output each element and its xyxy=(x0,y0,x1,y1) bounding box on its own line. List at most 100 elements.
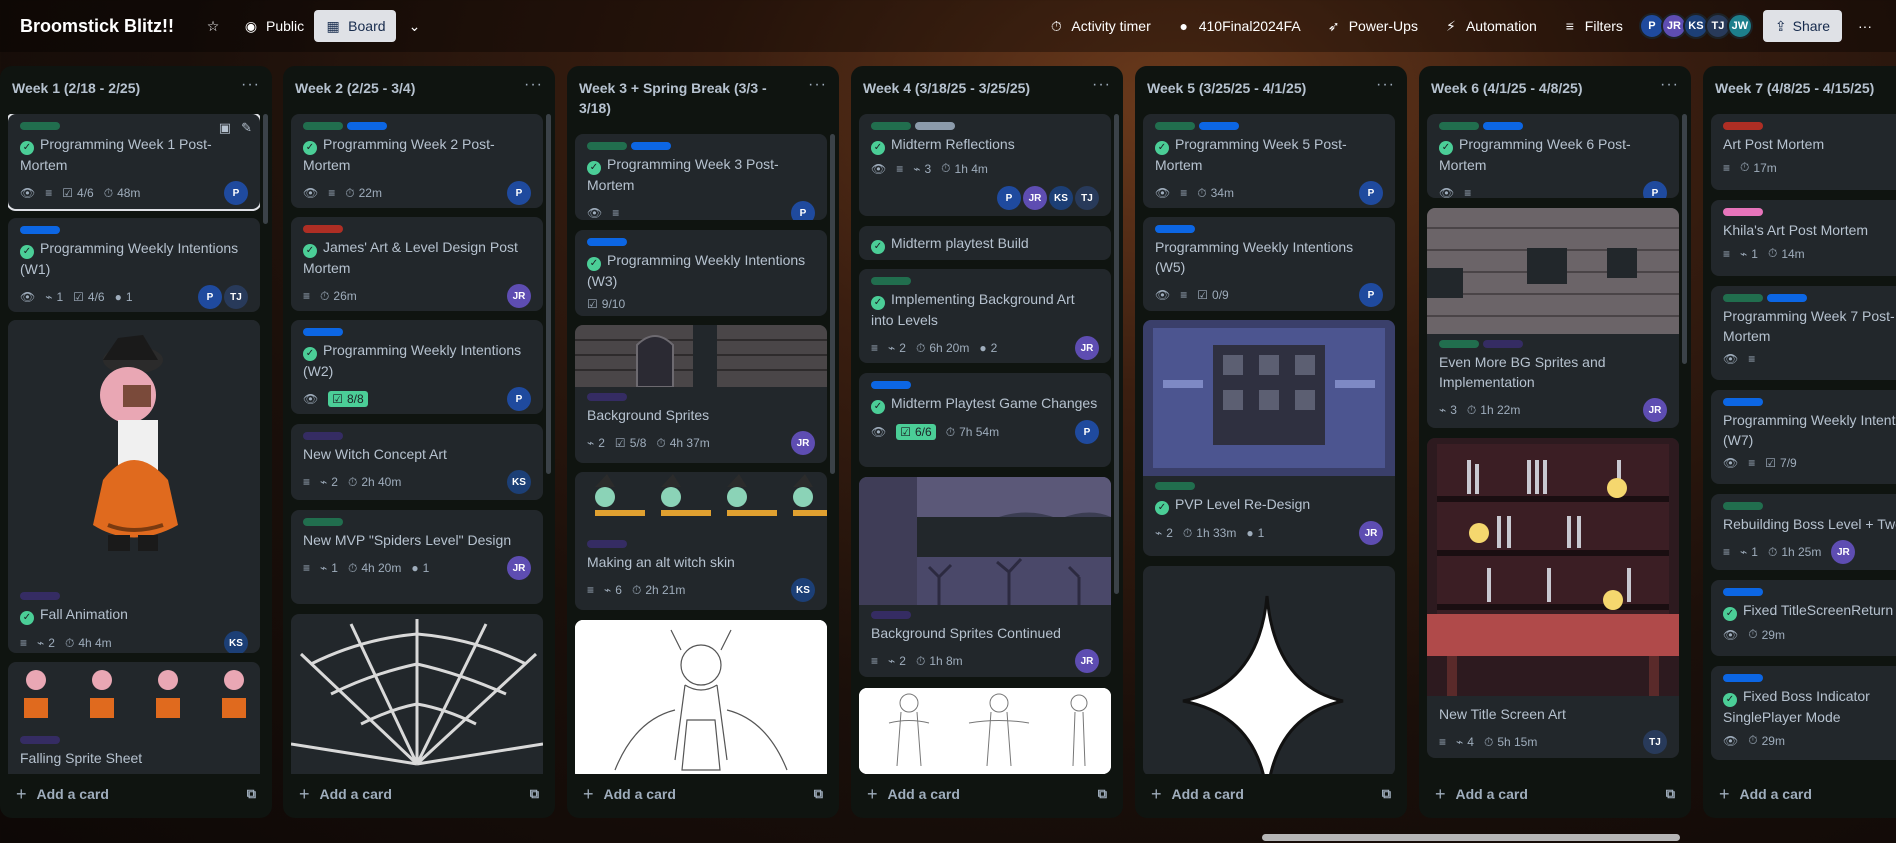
card[interactable]: Falling Sprite Sheet xyxy=(8,662,260,774)
card[interactable]: ✓ Implementing Background Art into Levels… xyxy=(859,269,1111,363)
card[interactable] xyxy=(575,620,827,774)
view-switcher-button[interactable]: ⌄ xyxy=(396,10,434,42)
list-menu-icon[interactable]: ··· xyxy=(241,76,260,94)
avatar[interactable]: P xyxy=(507,181,531,205)
view-board-button[interactable]: ▦ Board xyxy=(314,10,396,42)
avatar[interactable]: JR xyxy=(1831,540,1856,564)
complete-check-icon[interactable]: ✓ xyxy=(1723,607,1737,621)
complete-check-icon[interactable]: ✓ xyxy=(1155,141,1169,155)
power-ups-button[interactable]: ➶ Power-Ups xyxy=(1315,10,1428,42)
avatar[interactable]: KS xyxy=(791,578,815,602)
add-card-button[interactable]: + Add a card ⧉ xyxy=(1143,778,1399,810)
complete-check-icon[interactable]: ✓ xyxy=(587,257,601,271)
card[interactable]: New Title Screen Art ≡ ⌁ 4 ⏱ 5h 15m TJ xyxy=(1427,438,1679,758)
visibility-button[interactable]: ◉ Public xyxy=(232,10,314,42)
add-card-button[interactable]: + Add a card xyxy=(1711,778,1896,810)
card[interactable]: ✓ PVP Level Re-Design ⌁ 2 ⏱ 1h 33m ● 1 JR xyxy=(1143,320,1395,556)
card[interactable]: Programming Week 7 Post-Mortem 👁 ≡ xyxy=(1711,286,1896,380)
add-card-button[interactable]: + Add a card ⧉ xyxy=(1427,778,1683,810)
card[interactable]: ✓ James' Art & Level Design Post Mortem ≡… xyxy=(291,217,543,311)
card[interactable]: Art Post Mortem ≡ ⏱ 17m xyxy=(1711,114,1896,190)
complete-check-icon[interactable]: ✓ xyxy=(303,244,317,258)
star-button[interactable]: ☆ xyxy=(194,10,232,42)
avatar[interactable]: P xyxy=(507,387,531,411)
card[interactable]: New MVP "Spiders Level" Design ≡ ⌁ 1 ⏱ 4… xyxy=(291,510,543,604)
avatar[interactable]: P xyxy=(198,285,222,309)
avatar[interactable]: P xyxy=(1643,181,1667,198)
complete-check-icon[interactable]: ✓ xyxy=(20,245,34,259)
list-title[interactable]: Week 2 (2/25 - 3/4) xyxy=(283,66,555,106)
card[interactable]: Programming Weekly Intentions (W7) 👁 ≡ ☑… xyxy=(1711,390,1896,484)
card[interactable]: ✓ Fixed Boss Indicator SinglePlayer Mode … xyxy=(1711,666,1896,760)
card[interactable]: ✓ Programming Weekly Intentions (W3) ☑ 9/… xyxy=(575,230,827,316)
card[interactable]: ▣ ✎ ✓ Programming Week 1 Post-Mortem 👁 ≡ ☑… xyxy=(8,114,260,211)
card[interactable]: Even More BG Sprites and Implementation … xyxy=(1427,208,1679,428)
add-card-button[interactable]: + Add a card ⧉ xyxy=(859,778,1115,810)
list-menu-icon[interactable]: ··· xyxy=(1660,76,1679,94)
avatar[interactable]: P xyxy=(997,186,1021,210)
card[interactable]: ✓ Programming Weekly Intentions (W1) 👁 ⌁ … xyxy=(8,218,260,312)
avatar[interactable]: P xyxy=(1075,420,1099,444)
template-icon[interactable]: ⧉ xyxy=(1666,786,1675,802)
automation-button[interactable]: ⚡ Automation xyxy=(1432,10,1547,42)
avatar[interactable]: JR xyxy=(1023,186,1047,210)
template-icon[interactable]: ⧉ xyxy=(247,786,256,802)
edit-icon[interactable]: ✎ xyxy=(241,120,252,136)
template-icon[interactable]: ⧉ xyxy=(530,786,539,802)
add-card-button[interactable]: + Add a card ⧉ xyxy=(291,778,547,810)
avatar[interactable]: JR xyxy=(1643,398,1667,422)
card[interactable]: ✓ Programming Week 6 Post-Mortem 👁 ≡ P xyxy=(1427,114,1679,198)
card[interactable]: Making an alt witch skin ≡ ⌁ 6 ⏱ 2h 21m … xyxy=(575,472,827,610)
complete-check-icon[interactable]: ✓ xyxy=(1155,501,1169,515)
avatar[interactable]: P xyxy=(1359,181,1383,205)
list-scrollbar[interactable] xyxy=(263,114,268,224)
avatar[interactable]: JW xyxy=(1726,13,1753,39)
template-icon[interactable]: ⧉ xyxy=(814,786,823,802)
github-repo-button[interactable]: ● 410Final2024FA xyxy=(1165,10,1311,42)
card[interactable]: ✓ Programming Week 5 Post-Mortem 👁 ≡ ⏱ 34… xyxy=(1143,114,1395,208)
share-button[interactable]: ⇪ Share xyxy=(1762,10,1842,42)
card[interactable]: ✓ Fixed TitleScreenReturn 👁 ⏱ 29m xyxy=(1711,580,1896,656)
card[interactable]: ✓ Fall Animation ≡ ⌁ 2 ⏱ 4h 4m KS xyxy=(8,320,260,653)
avatar[interactable]: P xyxy=(791,201,815,220)
card[interactable]: ✓ Midterm Playtest Game Changes 👁 ☑ 6/6 ⏱… xyxy=(859,373,1111,467)
card[interactable]: Khila's Art Post Mortem ≡ ⌁ 1 ⏱ 14m xyxy=(1711,200,1896,276)
card[interactable]: ✓ Programming Weekly Intentions (W2) 👁 ☑ … xyxy=(291,320,543,414)
avatar[interactable]: JR xyxy=(1075,336,1099,360)
card[interactable]: Background Sprites ⌁ 2 ☑ 5/8 ⏱ 4h 37m JR xyxy=(575,325,827,463)
list-menu-icon[interactable]: ··· xyxy=(808,76,827,94)
avatar[interactable]: KS xyxy=(1049,186,1073,210)
card[interactable]: Rebuilding Boss Level + Tweaks ≡ ⌁ 1 ⏱ 1… xyxy=(1711,494,1896,570)
list-title[interactable]: Week 4 (3/18/25 - 3/25/25) xyxy=(851,66,1123,106)
avatar[interactable]: KS xyxy=(507,470,531,494)
template-icon[interactable]: ⧉ xyxy=(1382,786,1391,802)
list-scrollbar[interactable] xyxy=(1114,114,1119,594)
complete-check-icon[interactable]: ✓ xyxy=(1439,141,1453,155)
avatar[interactable]: P xyxy=(224,181,248,205)
list-title[interactable]: Week 5 (3/25/25 - 4/1/25) xyxy=(1135,66,1407,106)
complete-check-icon[interactable]: ✓ xyxy=(20,141,34,155)
board-title[interactable]: Broomstick Blitz!! xyxy=(20,16,174,37)
complete-check-icon[interactable]: ✓ xyxy=(303,141,317,155)
list-title[interactable]: Week 1 (2/18 - 2/25) xyxy=(0,66,272,106)
avatar[interactable]: JR xyxy=(791,431,815,455)
add-card-button[interactable]: + Add a card ⧉ xyxy=(8,778,264,810)
avatar[interactable]: JR xyxy=(507,284,531,308)
list-scrollbar[interactable] xyxy=(1682,114,1687,364)
complete-check-icon[interactable]: ✓ xyxy=(303,347,317,361)
list-menu-icon[interactable]: ··· xyxy=(524,76,543,94)
list-scrollbar[interactable] xyxy=(830,134,835,474)
list-menu-icon[interactable]: ··· xyxy=(1092,76,1111,94)
avatar[interactable]: KS xyxy=(224,631,248,653)
archive-icon[interactable]: ▣ xyxy=(219,120,231,136)
card[interactable]: Background Sprites Continued ≡ ⌁ 2 ⏱ 1h … xyxy=(859,477,1111,677)
avatar[interactable]: TJ xyxy=(224,285,248,309)
add-card-button[interactable]: + Add a card ⧉ xyxy=(575,778,831,810)
list-title[interactable]: Week 3 + Spring Break (3/3 - 3/18) xyxy=(567,66,839,126)
list-title[interactable]: Week 6 (4/1/25 - 4/8/25) xyxy=(1419,66,1691,106)
avatar[interactable]: JR xyxy=(507,556,531,580)
avatar[interactable]: P xyxy=(1359,283,1383,307)
card[interactable] xyxy=(1143,566,1395,774)
card[interactable]: ✓ Midterm playtest Build xyxy=(859,226,1111,260)
board-menu-button[interactable]: ··· xyxy=(1846,10,1884,42)
